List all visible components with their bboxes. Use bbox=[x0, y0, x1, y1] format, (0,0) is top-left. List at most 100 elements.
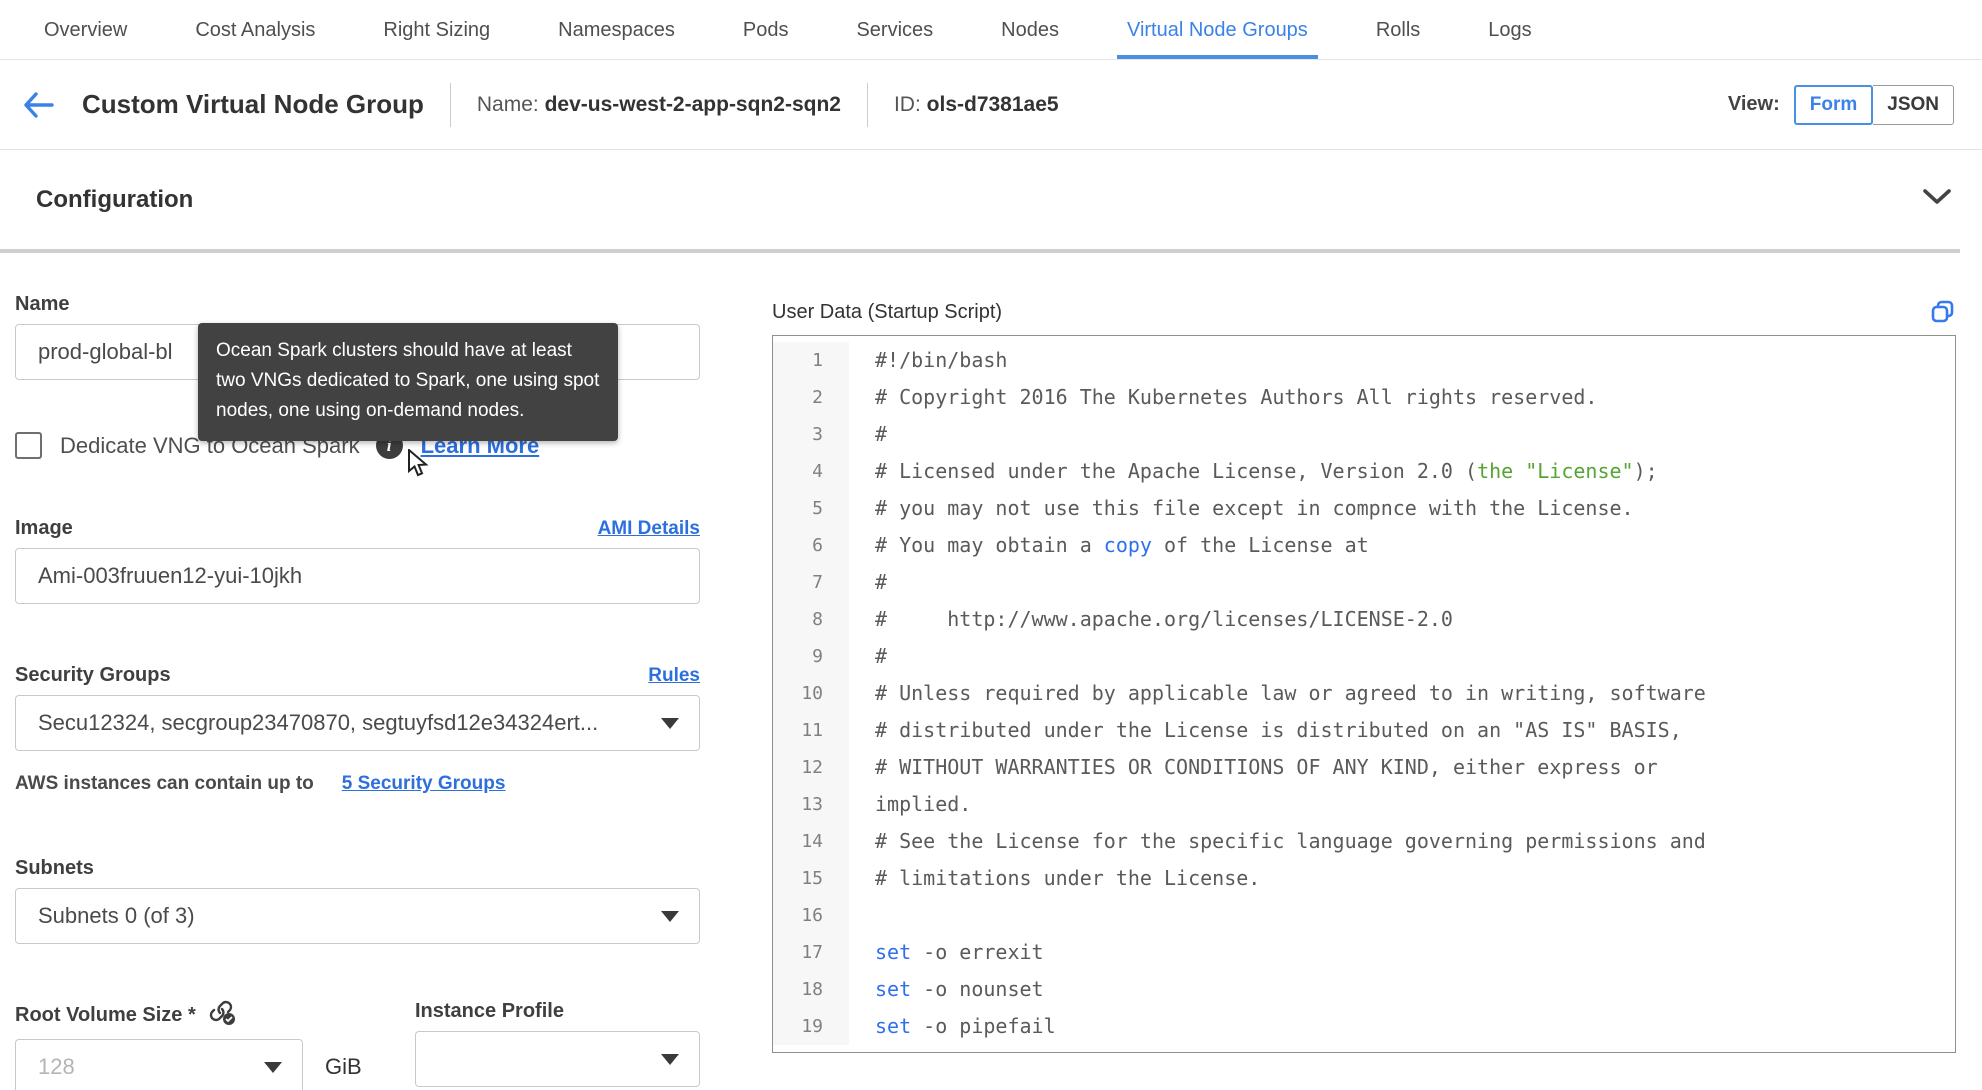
page-header: Custom Virtual Node Group Name: dev-us-w… bbox=[0, 60, 1982, 150]
chevron-down-icon[interactable] bbox=[1922, 188, 1952, 211]
line-number: 17 bbox=[773, 934, 849, 971]
line-number: 4 bbox=[773, 453, 849, 490]
security-groups-label: Security Groups bbox=[15, 664, 171, 686]
caret-down-icon bbox=[661, 1053, 679, 1065]
code-line: 19 set -o pipefail bbox=[773, 1008, 1955, 1045]
configuration-section-header[interactable]: Configuration bbox=[0, 150, 1982, 249]
caret-down-icon bbox=[264, 1061, 282, 1073]
code-line: 16 bbox=[773, 897, 1955, 934]
divider bbox=[449, 82, 451, 127]
root-volume-size-dropdown[interactable]: 128 bbox=[15, 1039, 303, 1090]
link-icon bbox=[208, 1000, 236, 1031]
code-text: # distributed under the License is distr… bbox=[875, 718, 1682, 742]
code-line: 17 set -o errexit bbox=[773, 934, 1955, 971]
line-number: 15 bbox=[773, 860, 849, 897]
code-line: 13 implied. bbox=[773, 786, 1955, 823]
dedicate-vng-checkbox[interactable] bbox=[15, 432, 42, 459]
tab-cost-analysis[interactable]: Cost Analysis bbox=[193, 3, 317, 59]
code-text: # You may obtain a copy of the License a… bbox=[875, 533, 1369, 557]
code-text: #!/bin/bash bbox=[875, 348, 1008, 372]
gib-unit-label: GiB bbox=[325, 1054, 362, 1079]
line-number: 16 bbox=[773, 897, 849, 934]
user-data-code-editor[interactable]: 1 #!/bin/bash 2 # Copyright 2016 The Kubern… bbox=[772, 335, 1956, 1053]
top-tab-bar: Overview Cost Analysis Right Sizing Namespa… bbox=[0, 0, 1982, 60]
view-toggle: Form JSON bbox=[1793, 84, 1954, 125]
view-label: View: bbox=[1727, 93, 1780, 115]
instance-profile-dropdown[interactable] bbox=[415, 1031, 700, 1087]
code-text: set -o errexit bbox=[875, 940, 1044, 964]
code-text: # WITHOUT WARRANTIES OR CONDITIONS OF AN… bbox=[875, 755, 1658, 779]
line-number: 3 bbox=[773, 416, 849, 453]
tab-logs[interactable]: Logs bbox=[1486, 3, 1533, 59]
line-number: 7 bbox=[773, 564, 849, 601]
user-data-panel: User Data (Startup Script) 1 #!/bin/bash 2… bbox=[772, 253, 1956, 1090]
code-text: # Copyright 2016 The Kubernetes Authors … bbox=[875, 385, 1598, 409]
line-number: 6 bbox=[773, 527, 849, 564]
tab-virtual-node-groups[interactable]: Virtual Node Groups bbox=[1116, 3, 1318, 59]
code-line: 2 # Copyright 2016 The Kubernetes Authors… bbox=[773, 379, 1955, 416]
code-text: # bbox=[875, 570, 888, 594]
line-number: 19 bbox=[773, 1008, 849, 1045]
tab-right-sizing[interactable]: Right Sizing bbox=[381, 3, 492, 59]
rules-link[interactable]: Rules bbox=[648, 665, 700, 687]
line-number: 18 bbox=[773, 971, 849, 1008]
code-text: set -o pipefail bbox=[875, 1014, 1056, 1038]
ami-details-link[interactable]: AMI Details bbox=[598, 518, 700, 540]
code-line: 4 # Licensed under the Apache License, Ve… bbox=[773, 453, 1955, 490]
code-text: # Unless required by applicable law or a… bbox=[875, 681, 1706, 705]
tab-overview[interactable]: Overview bbox=[42, 3, 129, 59]
name-label: Name bbox=[15, 293, 70, 315]
divider bbox=[866, 82, 868, 127]
tab-pods[interactable]: Pods bbox=[741, 3, 791, 59]
code-line: 5 # you may not use this file except in c… bbox=[773, 490, 1955, 527]
page-title: Custom Virtual Node Group bbox=[82, 89, 424, 119]
tab-services[interactable]: Services bbox=[854, 3, 935, 59]
line-number: 8 bbox=[773, 601, 849, 638]
code-line: 14 # See the License for the specific lan… bbox=[773, 823, 1955, 860]
instance-profile-label: Instance Profile bbox=[415, 1000, 564, 1022]
tab-rolls[interactable]: Rolls bbox=[1374, 3, 1422, 59]
caret-down-icon bbox=[661, 910, 679, 922]
configuration-form: Name Ocean Spark clusters should have at… bbox=[15, 253, 700, 1090]
tab-namespaces[interactable]: Namespaces bbox=[556, 3, 677, 59]
image-label: Image bbox=[15, 517, 73, 539]
line-number: 10 bbox=[773, 675, 849, 712]
code-text: # you may not use this file except in co… bbox=[875, 496, 1634, 520]
back-arrow-icon[interactable] bbox=[22, 90, 56, 120]
code-line: 3 # bbox=[773, 416, 1955, 453]
caret-down-icon bbox=[661, 717, 679, 729]
code-text: # See the License for the specific langu… bbox=[875, 829, 1706, 853]
line-number: 14 bbox=[773, 823, 849, 860]
code-text: # limitations under the License. bbox=[875, 866, 1261, 890]
root-volume-size-label: Root Volume Size * bbox=[15, 1004, 196, 1026]
section-title: Configuration bbox=[36, 185, 194, 213]
vng-id: ID: ols-d7381ae5 bbox=[893, 92, 1059, 116]
line-number: 9 bbox=[773, 638, 849, 675]
code-line: 15 # limitations under the License. bbox=[773, 860, 1955, 897]
code-line: 11 # distributed under the License is dis… bbox=[773, 712, 1955, 749]
security-groups-dropdown[interactable]: Secu12324, secgroup23470870, segtuyfsd12… bbox=[15, 695, 700, 751]
tab-nodes[interactable]: Nodes bbox=[999, 3, 1061, 59]
subnets-label: Subnets bbox=[15, 857, 94, 879]
code-text: # Licensed under the Apache License, Ver… bbox=[875, 459, 1658, 483]
line-number: 1 bbox=[773, 342, 849, 379]
security-groups-hint: AWS instances can contain up to bbox=[15, 773, 314, 794]
view-json-button[interactable]: JSON bbox=[1873, 84, 1954, 125]
code-text: # bbox=[875, 422, 888, 446]
vng-name: Name: dev-us-west-2-app-sqn2-sqn2 bbox=[476, 92, 841, 116]
line-number: 2 bbox=[773, 379, 849, 416]
view-form-button[interactable]: Form bbox=[1793, 84, 1874, 125]
user-data-title: User Data (Startup Script) bbox=[772, 300, 1003, 323]
subnets-dropdown[interactable]: Subnets 0 (of 3) bbox=[15, 888, 700, 944]
code-text: # bbox=[875, 644, 888, 668]
code-text: # http://www.apache.org/licenses/LICENSE… bbox=[875, 607, 1453, 631]
code-line: 18 set -o nounset bbox=[773, 971, 1955, 1008]
code-line: 12 # WITHOUT WARRANTIES OR CONDITIONS OF … bbox=[773, 749, 1955, 786]
code-line: 6 # You may obtain a copy of the License … bbox=[773, 527, 1955, 564]
copy-icon[interactable] bbox=[1930, 299, 1956, 325]
mouse-cursor bbox=[407, 447, 433, 484]
image-input[interactable] bbox=[15, 548, 700, 604]
five-security-groups-link[interactable]: 5 Security Groups bbox=[342, 773, 506, 795]
line-number: 13 bbox=[773, 786, 849, 823]
